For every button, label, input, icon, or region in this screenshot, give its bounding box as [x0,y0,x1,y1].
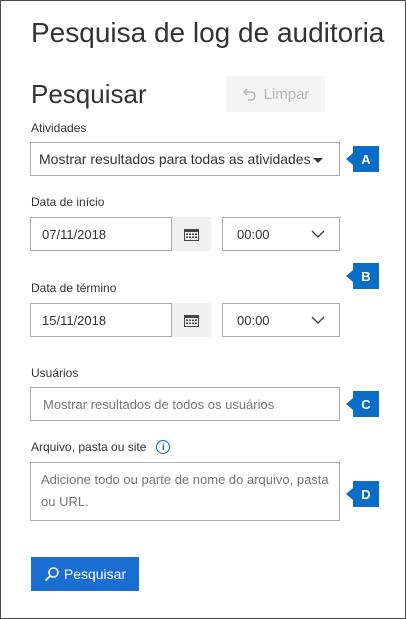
users-label: Usuários [31,366,79,380]
end-time-value: 00:00 [237,312,270,328]
clear-label: Limpar [263,85,310,103]
users-input[interactable]: Mostrar resultados de todos os usuários [30,387,340,421]
clear-button[interactable]: Limpar [226,76,325,112]
callout-a: A [346,146,379,172]
file-placeholder: Adicione todo ou parte de nome do arquiv… [41,472,329,509]
activities-value: Mostrar resultados para todas as ativida… [39,151,311,167]
search-button-label: Pesquisar [63,566,127,582]
caret-down-icon [313,158,323,163]
file-label-row: Arquivo, pasta ou site i [31,440,171,454]
info-icon[interactable]: i [156,440,171,454]
start-time-select[interactable]: 00:00 [222,217,340,251]
end-date-calendar-button[interactable] [172,303,211,337]
calendar-icon [184,314,199,327]
end-date-label: Data de término [31,281,117,295]
file-textarea[interactable]: Adicione todo ou parte de nome do arquiv… [30,462,340,521]
start-date-value: 07/11/2018 [42,226,107,242]
end-date-value: 15/11/2018 [42,312,107,328]
start-date-input[interactable]: 07/11/2018 [30,217,172,251]
chevron-down-icon [311,230,325,238]
search-button[interactable]: Pesquisar [31,557,139,591]
activities-dropdown[interactable]: Mostrar resultados para todas as ativida… [30,142,340,176]
file-label: Arquivo, pasta ou site [31,440,147,454]
start-date-calendar-button[interactable] [172,217,211,251]
callout-c: C [346,391,379,417]
activities-label: Atividades [31,121,87,135]
search-icon [44,567,59,582]
start-time-value: 00:00 [237,226,270,242]
start-date-label: Data de início [31,195,105,209]
undo-icon [242,88,256,101]
chevron-down-icon [311,316,325,324]
audit-log-search-panel: Pesquisa de log de auditoria Pesquisar L… [0,0,406,619]
callout-b: B [346,263,379,289]
calendar-icon [184,228,199,241]
end-date-input[interactable]: 15/11/2018 [30,303,172,337]
callout-d: D [346,481,379,507]
end-time-select[interactable]: 00:00 [222,303,340,337]
section-title: Pesquisar [31,79,147,109]
users-placeholder: Mostrar resultados de todos os usuários [43,396,275,412]
page-title: Pesquisa de log de auditoria [31,17,385,48]
